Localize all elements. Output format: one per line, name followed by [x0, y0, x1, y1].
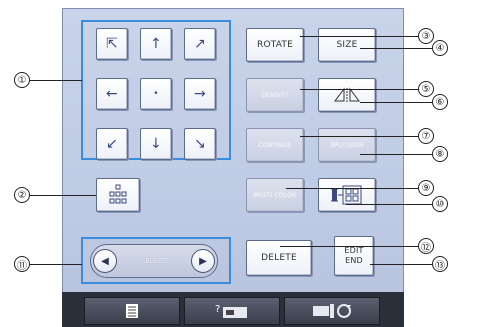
callout-9: ⑨: [418, 180, 434, 196]
callout-11: ⑪: [14, 256, 30, 272]
density-label: DENSITY: [261, 91, 289, 99]
callout-line-11: [30, 264, 82, 265]
edit-end-button[interactable]: EDIT END: [334, 236, 374, 276]
callout-line-8: [360, 154, 432, 155]
layout-grid-icon: [109, 184, 127, 204]
callout-line-5: [300, 89, 420, 90]
dim-button-2-label: SPLIT/JOIN: [330, 141, 364, 149]
callout-line-7: [300, 136, 420, 137]
move-left-button[interactable]: ←: [96, 78, 128, 110]
callout-7: ⑦: [418, 128, 434, 144]
arrow-down-left-icon: ↙: [106, 136, 118, 152]
size-button[interactable]: SIZE: [318, 28, 376, 62]
callout-10: ⑩: [432, 196, 448, 212]
arrow-up-left-icon: ⇱: [106, 36, 118, 52]
dim-button-1-label: CONTINUE: [258, 141, 292, 149]
thread-layout-button[interactable]: [318, 178, 376, 212]
move-up-right-button[interactable]: ↗: [184, 28, 216, 60]
callout-line-6: [360, 102, 432, 103]
callout-line-1: [30, 80, 82, 81]
callout-line-12: [280, 246, 420, 247]
callout-6: ⑥: [432, 94, 448, 110]
callout-2: ②: [14, 187, 30, 203]
settings-machine-icon: [313, 304, 351, 318]
move-right-button[interactable]: →: [184, 78, 216, 110]
arrow-down-right-icon: ↘: [194, 136, 206, 152]
density-button[interactable]: DENSITY: [246, 78, 304, 112]
callout-4: ④: [432, 40, 448, 56]
move-up-button[interactable]: ↑: [140, 28, 172, 60]
multi-color-label: MULTI COLOR: [253, 191, 297, 199]
edit-end-label-line1: EDIT: [344, 246, 364, 255]
triangle-right-icon: ▶: [199, 255, 207, 267]
edit-end-label-line2: END: [345, 256, 363, 265]
dim-button-2[interactable]: SPLIT/JOIN: [318, 128, 376, 162]
move-up-left-button[interactable]: ⇱: [96, 28, 128, 60]
size-label: SIZE: [336, 40, 358, 50]
bottom-button-3[interactable]: [284, 297, 380, 325]
callout-13: ⑬: [432, 256, 448, 272]
document-icon: [126, 304, 138, 318]
select-label: SELECT: [140, 257, 168, 265]
callout-3: ③: [418, 28, 434, 44]
arrow-up-icon: ↑: [150, 36, 162, 52]
callout-line-13: [370, 264, 432, 265]
svg-text:?: ?: [215, 304, 220, 315]
arrow-right-icon: →: [194, 86, 206, 102]
callout-1: ①: [14, 72, 30, 88]
bottom-button-2[interactable]: ?: [184, 297, 280, 325]
callout-line-9: [286, 188, 420, 189]
move-down-button[interactable]: ↓: [140, 128, 172, 160]
rotate-button[interactable]: ROTATE: [246, 28, 304, 62]
rotate-label: ROTATE: [257, 40, 293, 50]
arrow-down-icon: ↓: [150, 136, 162, 152]
callout-12: ⑫: [418, 238, 434, 254]
arrow-up-right-icon: ↗: [194, 36, 206, 52]
mirror-button[interactable]: [318, 78, 376, 112]
callout-8: ⑧: [432, 146, 448, 162]
help-machine-icon: ?: [215, 304, 247, 318]
callout-line-4: [360, 48, 432, 49]
callout-line-3: [300, 36, 420, 37]
move-down-right-button[interactable]: ↘: [184, 128, 216, 160]
center-button[interactable]: •: [140, 78, 172, 110]
callout-line-10: [346, 204, 432, 205]
layout-button[interactable]: [96, 178, 140, 212]
center-dot-icon: •: [153, 88, 159, 99]
select-prev-button[interactable]: ◀: [93, 249, 117, 273]
delete-label: DELETE: [261, 253, 297, 263]
arrow-left-icon: ←: [106, 86, 118, 102]
dim-button-1[interactable]: CONTINUE: [246, 128, 304, 162]
bottom-button-1[interactable]: [84, 297, 180, 325]
move-down-left-button[interactable]: ↙: [96, 128, 128, 160]
triangle-left-icon: ◀: [101, 255, 109, 267]
callout-line-2: [30, 195, 96, 196]
callout-5: ⑤: [418, 81, 434, 97]
select-next-button[interactable]: ▶: [191, 249, 215, 273]
multi-color-button[interactable]: MULTI COLOR: [246, 178, 304, 212]
